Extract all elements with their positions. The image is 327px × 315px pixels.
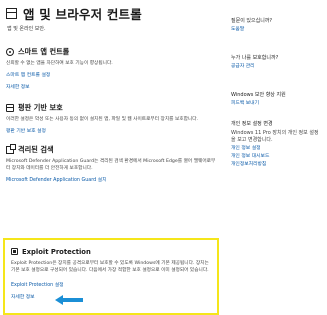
providers-block: 누가 나를 보호합니까? 공급자 관리 [231,55,323,70]
section-title: 평판 기반 보호 [18,102,63,112]
app-control-icon [6,47,14,56]
browser-window-icon [6,7,17,19]
section-title: 스마트 앱 컨트롤 [18,46,70,56]
manage-providers-link[interactable]: 공급자 관리 [231,63,323,70]
section-description: Microsoft Defender Application Guard는 격리… [6,159,216,171]
page-title-text: 앱 및 브라우저 컨트롤 [23,6,142,22]
sidebar-label: 질문이 있으십니까? [231,18,273,24]
application-guard-install-link[interactable]: Microsoft Defender Application Guard 설치 [6,176,218,183]
reputation-protection-section: 평판 기반 보호 이러한 설정은 악성 또는 사용자 동의 없이 설치된 앱, … [6,102,218,134]
help-block: 질문이 있으십니까? 도움말 [231,18,323,33]
privacy-settings-link[interactable]: 개인 정보 설정 [231,145,323,152]
privacy-statement-link[interactable]: 개인정보처리방침 [231,161,323,168]
pointer-arrow-icon [55,295,83,305]
reputation-protection-settings-link[interactable]: 평판 기반 보호 설정 [6,127,218,134]
feedback-block: Windows 보안 향상 지원 피드백 보내기 [231,92,323,107]
exploit-protection-icon [11,248,18,255]
privacy-description: Windows 11 Pro 장치의 개인 정보 설정을 보고 변경합니다. [231,130,319,143]
smart-app-control-section: 스마트 앱 컨트롤 신뢰할 수 없는 앱을 차단하여 보호 기능이 향상됩니다.… [6,46,218,90]
learn-more-link[interactable]: 자세한 정보 [6,83,218,90]
send-feedback-link[interactable]: 피드백 보내기 [231,100,323,107]
section-description: 신뢰할 수 없는 앱을 차단하여 보호 기능이 향상됩니다. [6,61,113,66]
section-description: Exploit Protection은 장치를 공격으로부터 보호할 수 있도록… [11,261,209,273]
main-content: 앱 및 브라우저 컨트롤 앱 및 온라인 보안. 스마트 앱 컨트롤 신뢰할 수… [6,0,218,183]
privacy-block: 개인 정보 설정 변경 Windows 11 Pro 장치의 개인 정보 설정을… [231,121,323,168]
browser-shield-icon [6,103,14,112]
sidebar-label: 누가 나를 보호합니까? [231,55,279,61]
exploit-protection-section: Exploit Protection Exploit Protection은 장… [3,238,219,315]
isolated-browsing-icon [6,143,16,154]
sidebar-label: Windows 보안 향상 지원 [231,92,286,98]
learn-more-link[interactable]: 자세한 정보 [11,293,217,300]
section-description: 이러한 설정은 악성 또는 사용자 동의 없이 설치된 앱, 파일 및 웹 사이… [6,117,199,122]
page-title: 앱 및 브라우저 컨트롤 [6,4,218,22]
smart-app-control-settings-link[interactable]: 스마트 앱 컨트롤 설정 [6,71,218,78]
sidebar: 질문이 있으십니까? 도움말 누가 나를 보호합니까? 공급자 관리 Windo… [231,18,323,182]
privacy-dashboard-link[interactable]: 개인 정보 대시보드 [231,153,323,160]
isolated-browsing-section: 격리된 검색 Microsoft Defender Application Gu… [6,143,218,183]
help-link[interactable]: 도움말 [231,26,323,33]
sidebar-label: 개인 정보 설정 변경 [231,121,273,127]
section-title: 격리된 검색 [18,144,54,154]
section-title: Exploit Protection [22,247,91,256]
page-subtitle: 앱 및 온라인 보안. [7,26,46,32]
exploit-protection-settings-link[interactable]: Exploit Protection 설정 [11,281,217,288]
